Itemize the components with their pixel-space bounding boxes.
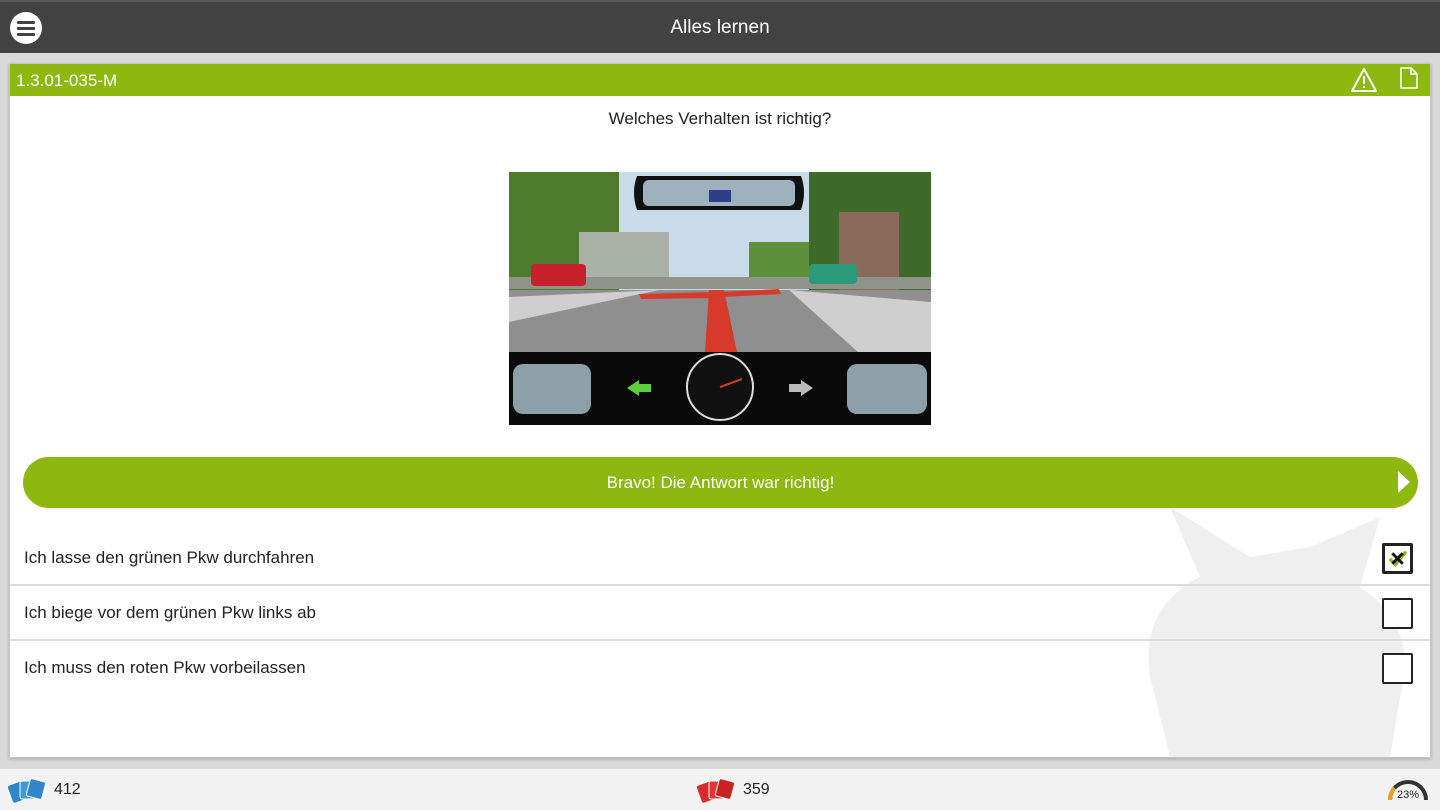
progress-gauge[interactable]: 23% xyxy=(1386,774,1430,804)
question-id: 1.3.01-035-M xyxy=(16,71,118,90)
error-cards-stat[interactable]: 359 xyxy=(697,769,770,810)
answer-text: Ich lasse den grünen Pkw durchfahren xyxy=(24,548,315,567)
question-header: 1.3.01-035-M xyxy=(10,64,1430,96)
driving-scene-image xyxy=(509,172,931,425)
question-card: 1.3.01-035-M Welches Verhalten ist richt… xyxy=(9,63,1431,758)
play-arrow-icon xyxy=(1398,471,1410,493)
remaining-cards-stat[interactable]: 412 xyxy=(8,769,81,810)
error-count: 359 xyxy=(743,781,770,798)
checkbox[interactable] xyxy=(1382,653,1413,684)
checked-checkbox-icon[interactable] xyxy=(1382,543,1413,574)
progress-label: 23% xyxy=(1396,789,1420,801)
answer-option[interactable]: Ich biege vor dem grünen Pkw links ab xyxy=(10,586,1430,641)
remaining-count: 412 xyxy=(54,781,81,798)
answer-list: Ich lasse den grünen Pkw durchfahren Ich… xyxy=(10,531,1430,696)
answer-text: Ich biege vor dem grünen Pkw links ab xyxy=(24,603,316,622)
page-title: Alles lernen xyxy=(670,17,770,38)
blue-cards-icon xyxy=(8,778,46,803)
top-bar: Alles lernen xyxy=(0,0,1440,53)
checkbox[interactable] xyxy=(1382,598,1413,629)
feedback-text: Bravo! Die Antwort war richtig! xyxy=(606,473,835,492)
answer-option[interactable]: Ich muss den roten Pkw vorbeilassen xyxy=(10,641,1430,696)
warning-icon[interactable] xyxy=(1350,67,1378,93)
red-cards-icon xyxy=(697,778,735,803)
document-icon[interactable] xyxy=(1398,66,1420,90)
answer-text: Ich muss den roten Pkw vorbeilassen xyxy=(24,658,306,677)
answer-option[interactable]: Ich lasse den grünen Pkw durchfahren xyxy=(10,531,1430,586)
question-text: Welches Verhalten ist richtig? xyxy=(608,109,832,128)
bottom-bar: 412 359 23% xyxy=(0,768,1440,810)
